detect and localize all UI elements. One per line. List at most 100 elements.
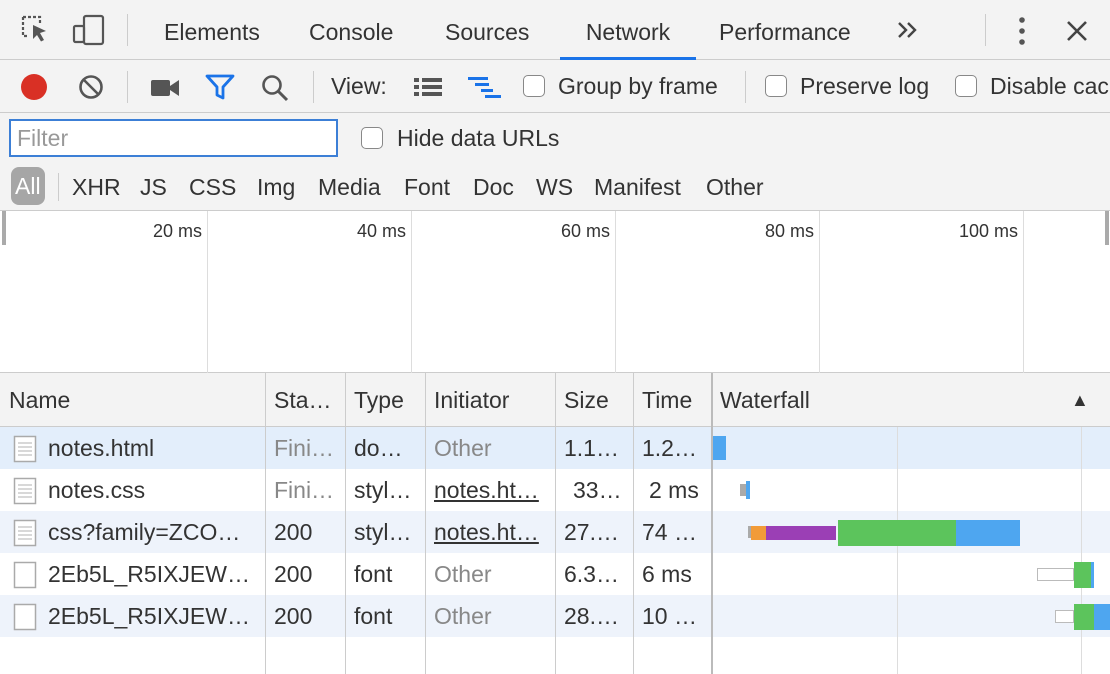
- waterfall-bar[interactable]: [838, 520, 956, 546]
- waterfall-bar[interactable]: [1094, 604, 1110, 630]
- cell-type: font: [354, 561, 393, 587]
- type-filter-manifest[interactable]: Manifest: [594, 168, 681, 206]
- column-divider[interactable]: [711, 373, 713, 674]
- column-divider[interactable]: [345, 373, 346, 674]
- cell-size: 6.3…: [564, 561, 619, 587]
- grid-line: [1023, 211, 1024, 373]
- column-header-waterfall[interactable]: Waterfall: [711, 373, 1041, 427]
- filter-icon[interactable]: [205, 74, 235, 106]
- type-filter-js[interactable]: JS: [140, 168, 167, 206]
- cell-type: do…: [354, 435, 403, 461]
- tab-elements[interactable]: Elements: [164, 0, 260, 60]
- tick-label: 100 ms: [958, 221, 1018, 241]
- waterfall-bar[interactable]: [1074, 604, 1094, 630]
- type-filter-css[interactable]: CSS: [189, 168, 236, 206]
- cell-time: 6 ms: [642, 561, 692, 587]
- initiator-link[interactable]: notes.ht…: [425, 511, 555, 553]
- preserve-log-label[interactable]: Preserve log: [800, 73, 929, 99]
- waterfall-bar[interactable]: [1037, 568, 1074, 581]
- cell-status: 200: [274, 603, 313, 629]
- waterfall-grid-line: [1081, 427, 1082, 674]
- column-header-time[interactable]: Time: [633, 373, 711, 427]
- tab-sources[interactable]: Sources: [445, 0, 529, 60]
- clear-icon[interactable]: [78, 74, 104, 106]
- more-options-icon[interactable]: [1016, 16, 1028, 52]
- column-divider[interactable]: [555, 373, 556, 674]
- cell-name: notes.html: [48, 435, 155, 461]
- waterfall-bar[interactable]: [1074, 562, 1091, 588]
- divider: [745, 71, 746, 103]
- document-icon: [13, 477, 37, 511]
- divider: [127, 14, 128, 46]
- waterfall-bar[interactable]: [1091, 562, 1094, 588]
- waterfall-bar[interactable]: [713, 436, 726, 460]
- column-header-status[interactable]: Sta…: [265, 373, 345, 427]
- type-filter-font[interactable]: Font: [404, 168, 450, 206]
- column-header-type[interactable]: Type: [345, 373, 425, 427]
- column-divider[interactable]: [633, 373, 634, 674]
- divider: [313, 71, 314, 103]
- device-toolbar-icon[interactable]: [72, 14, 106, 52]
- overview-right-handle[interactable]: [1105, 211, 1109, 245]
- search-icon[interactable]: [260, 73, 290, 109]
- tick-label: 20 ms: [152, 221, 202, 241]
- divider: [985, 14, 986, 46]
- cell-type: styl…: [354, 477, 412, 503]
- type-filter-all[interactable]: All: [11, 167, 45, 205]
- inspect-element-icon[interactable]: [20, 14, 50, 52]
- hide-data-urls-label[interactable]: Hide data URLs: [397, 125, 559, 151]
- cell-size: 27.…: [564, 519, 619, 545]
- cell-type: font: [354, 603, 393, 629]
- waterfall-bar[interactable]: [746, 481, 750, 499]
- waterfall-bar[interactable]: [751, 526, 766, 540]
- cell-status: Fini…: [274, 435, 335, 461]
- record-button[interactable]: [20, 73, 48, 107]
- more-tabs-icon[interactable]: [896, 20, 920, 46]
- column-header-initiator[interactable]: Initiator: [425, 373, 555, 427]
- overview-waterfall-icon[interactable]: [467, 76, 503, 106]
- type-filter-ws[interactable]: WS: [536, 168, 573, 206]
- devtools-tab-bar: Elements Console Sources Network Perform…: [0, 0, 1110, 60]
- cell-time: 2 ms: [649, 477, 699, 503]
- column-divider[interactable]: [265, 373, 266, 674]
- grid-line: [819, 211, 820, 373]
- tick-label: 80 ms: [764, 221, 814, 241]
- group-by-frame-checkbox[interactable]: [523, 75, 545, 97]
- column-header-size[interactable]: Size: [555, 373, 633, 427]
- filter-bar: Hide data URLs All XHR JS CSS Img Media …: [0, 113, 1110, 211]
- column-header-name[interactable]: Name: [0, 373, 265, 427]
- screenshot-camera-icon[interactable]: [150, 78, 180, 104]
- column-divider[interactable]: [425, 373, 426, 674]
- type-filter-xhr[interactable]: XHR: [72, 168, 121, 206]
- disable-cache-label[interactable]: Disable cac: [990, 73, 1109, 99]
- disable-cache-checkbox[interactable]: [955, 75, 977, 97]
- filter-input[interactable]: [9, 119, 338, 157]
- cell-name: css?family=ZCO…: [48, 519, 241, 545]
- preserve-log-checkbox[interactable]: [765, 75, 787, 97]
- hide-data-urls-checkbox[interactable]: [361, 127, 383, 149]
- waterfall-bar[interactable]: [1055, 610, 1074, 623]
- grid-line: [207, 211, 208, 373]
- type-filter-other[interactable]: Other: [706, 168, 764, 206]
- tab-network[interactable]: Network: [560, 0, 696, 60]
- group-by-frame-label[interactable]: Group by frame: [558, 73, 718, 99]
- tab-performance[interactable]: Performance: [719, 0, 851, 60]
- cell-time: 10 …: [642, 603, 697, 629]
- grid-line: [411, 211, 412, 373]
- type-filter-doc[interactable]: Doc: [473, 168, 514, 206]
- cell-initiator: Other: [434, 561, 492, 587]
- waterfall-bar[interactable]: [766, 526, 836, 540]
- sort-ascending-icon[interactable]: ▲: [1062, 373, 1102, 427]
- cell-size: 33…: [573, 477, 622, 503]
- close-icon[interactable]: [1066, 20, 1088, 48]
- large-rows-icon[interactable]: [413, 76, 443, 104]
- overview-left-handle[interactable]: [2, 211, 6, 245]
- cell-name: 2Eb5L_R5IXJEW…: [48, 561, 250, 587]
- type-filter-img[interactable]: Img: [257, 168, 295, 206]
- tick-label: 40 ms: [356, 221, 406, 241]
- network-overview[interactable]: 20 ms 40 ms 60 ms 80 ms 100 ms: [0, 211, 1110, 373]
- type-filter-media[interactable]: Media: [318, 168, 381, 206]
- initiator-link[interactable]: notes.ht…: [425, 469, 555, 511]
- tab-console[interactable]: Console: [309, 0, 393, 60]
- waterfall-bar[interactable]: [956, 520, 1020, 546]
